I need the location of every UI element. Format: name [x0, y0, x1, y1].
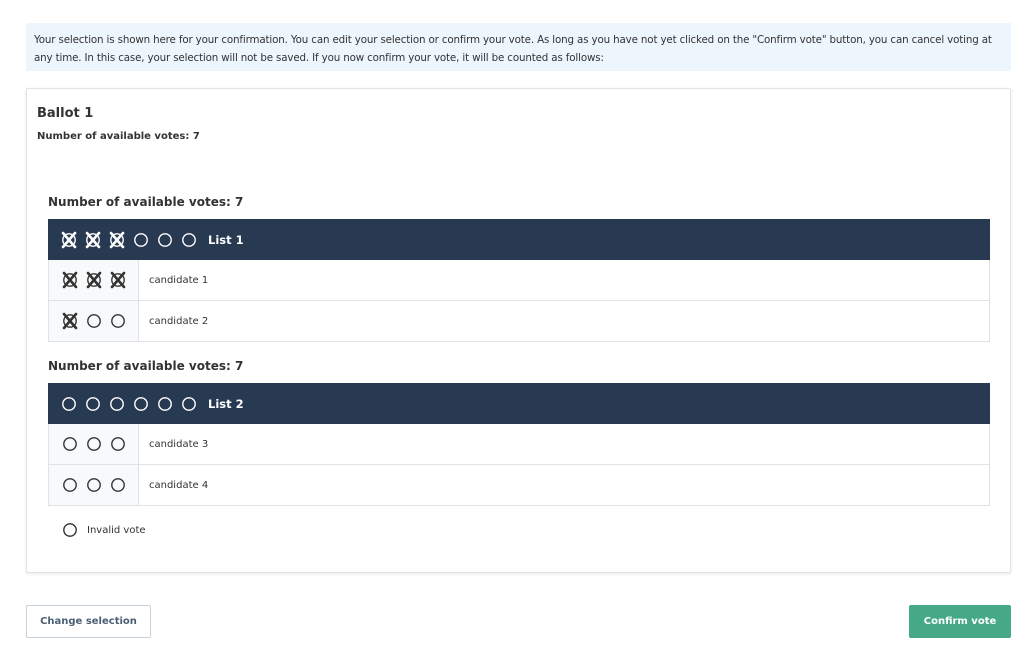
- crossed-vote-icon: [84, 231, 102, 249]
- ballot-title: Ballot 1: [37, 106, 94, 121]
- candidate-name: candidate 4: [149, 479, 209, 491]
- empty-vote-circle-icon: [61, 435, 79, 453]
- candidate-row: candidate 4: [48, 465, 990, 506]
- list-block-1: Number of available votes: 7 List 1 cand…: [48, 191, 990, 342]
- empty-vote-circle-icon: [180, 231, 198, 249]
- list-available-votes: Number of available votes: 7: [48, 195, 244, 209]
- ballot-card: Ballot 1 Number of available votes: 7 Nu…: [26, 88, 1011, 573]
- candidate-vote-marks: [49, 301, 139, 341]
- candidate-row: candidate 3: [48, 424, 990, 465]
- empty-vote-circle-icon: [85, 435, 103, 453]
- list-header: List 2: [48, 383, 990, 424]
- empty-vote-circle-icon: [61, 476, 79, 494]
- crossed-vote-icon: [60, 231, 78, 249]
- empty-vote-circle-icon: [85, 476, 103, 494]
- candidate-row: candidate 1: [48, 260, 990, 301]
- crossed-vote-icon: [109, 271, 127, 289]
- candidate-name: candidate 3: [149, 438, 209, 450]
- confirm-vote-button[interactable]: Confirm vote: [909, 605, 1011, 638]
- empty-vote-circle-icon: [156, 231, 174, 249]
- candidate-name: candidate 1: [149, 274, 209, 286]
- change-selection-button[interactable]: Change selection: [26, 605, 151, 638]
- list-block-2: Number of available votes: 7 List 2 cand…: [48, 355, 990, 506]
- empty-vote-circle-icon: [156, 395, 174, 413]
- list-vote-marks: [60, 231, 198, 249]
- empty-vote-circle-icon: [180, 395, 198, 413]
- empty-vote-circle-icon: [109, 476, 127, 494]
- empty-vote-circle-icon: [108, 395, 126, 413]
- invalid-vote-radio-icon: [61, 521, 79, 539]
- candidate-name: candidate 2: [149, 315, 209, 327]
- empty-vote-circle-icon: [132, 231, 150, 249]
- empty-vote-circle-icon: [109, 435, 127, 453]
- list-available-votes: Number of available votes: 7: [48, 359, 244, 373]
- crossed-vote-icon: [61, 312, 79, 330]
- ballot-available-votes: Number of available votes: 7: [37, 131, 200, 142]
- empty-vote-circle-icon: [132, 395, 150, 413]
- candidate-vote-marks: [49, 465, 139, 505]
- invalid-vote-label: Invalid vote: [87, 524, 146, 536]
- list-vote-marks: [60, 395, 198, 413]
- invalid-vote-option: Invalid vote: [61, 521, 146, 539]
- candidate-vote-marks: [49, 424, 139, 464]
- empty-vote-circle-icon: [109, 312, 127, 330]
- empty-vote-circle-icon: [85, 312, 103, 330]
- empty-vote-circle-icon: [60, 395, 78, 413]
- empty-vote-circle-icon: [84, 395, 102, 413]
- crossed-vote-icon: [61, 271, 79, 289]
- candidate-vote-marks: [49, 260, 139, 300]
- candidate-row: candidate 2: [48, 301, 990, 342]
- list-name: List 1: [208, 232, 244, 247]
- crossed-vote-icon: [108, 231, 126, 249]
- confirmation-info-box: Your selection is shown here for your co…: [26, 23, 1011, 71]
- crossed-vote-icon: [85, 271, 103, 289]
- list-name: List 2: [208, 396, 244, 411]
- confirmation-info-text: Your selection is shown here for your co…: [34, 34, 992, 64]
- list-header: List 1: [48, 219, 990, 260]
